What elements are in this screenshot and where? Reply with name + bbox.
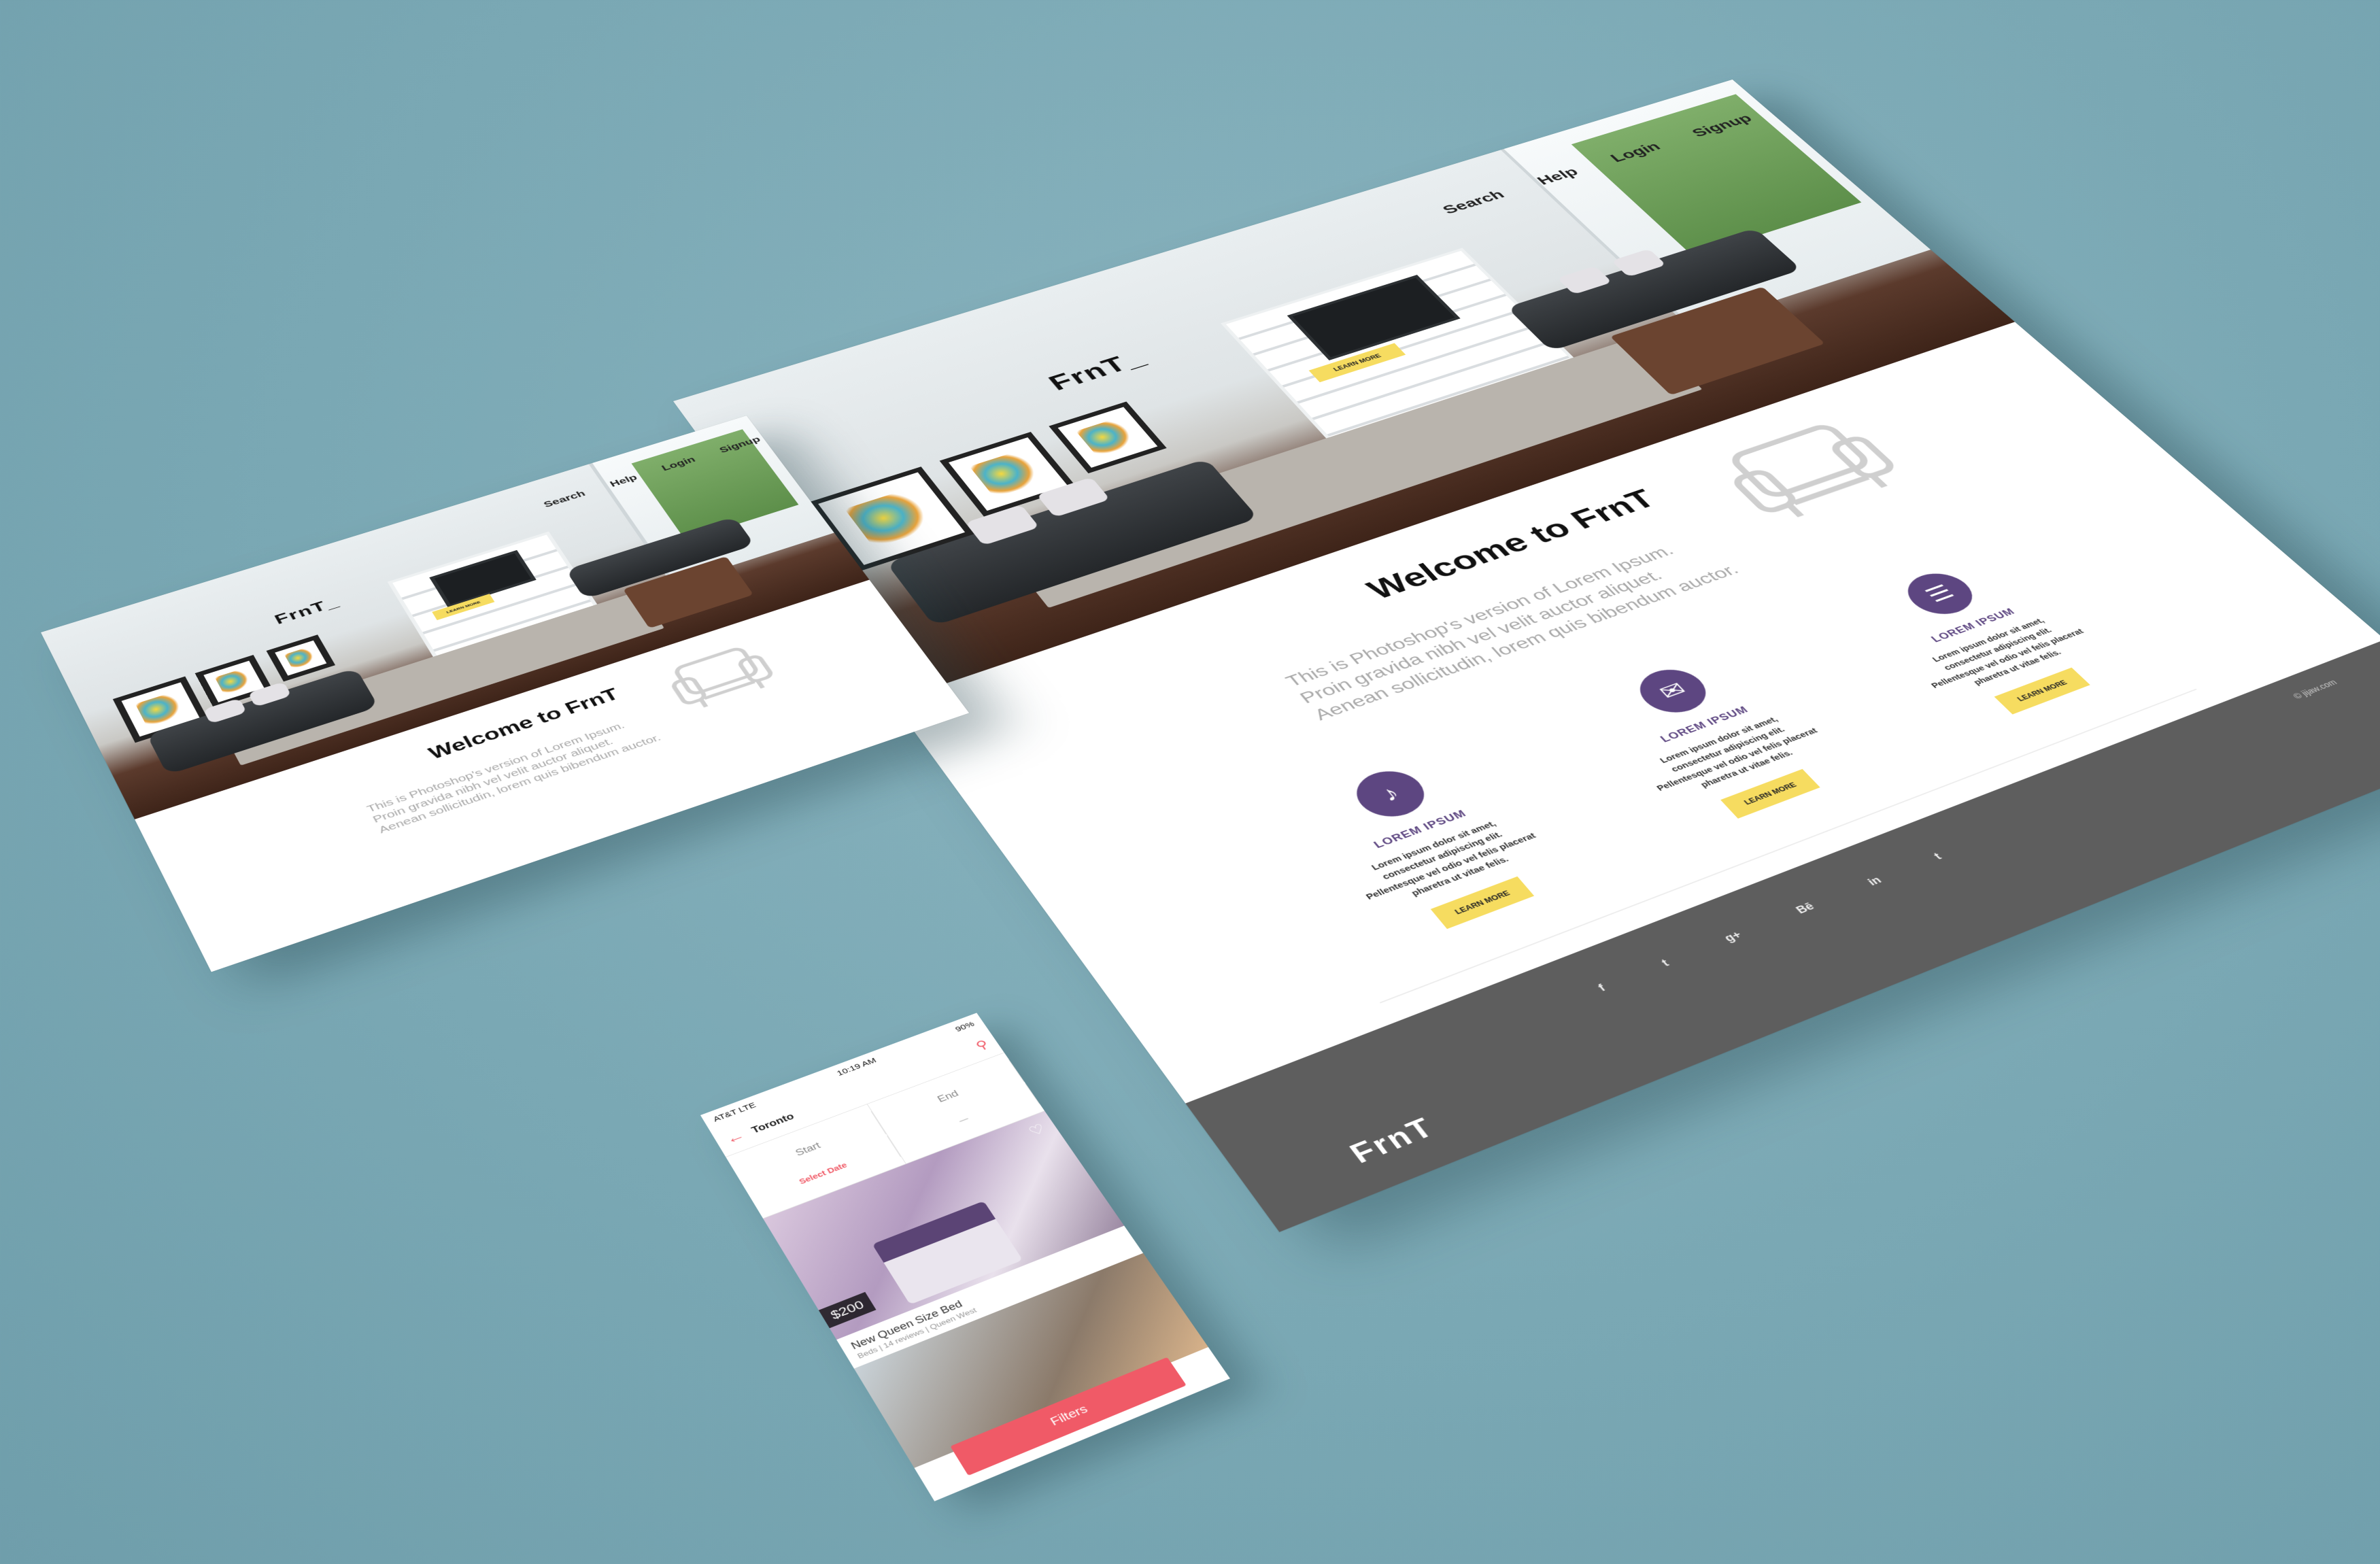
social-links: f t g+ Bē in t [1595,851,1944,993]
google-plus-icon[interactable]: g+ [1722,929,1745,945]
behance-icon[interactable]: Bē [1793,900,1817,916]
nav-search[interactable]: Search [1439,188,1508,217]
battery-label: 90% [953,1020,976,1034]
feature-card: ♪ LOREM IPSUM Lorem ipsum dolor sit amet… [1289,744,1576,945]
site-logo[interactable]: FrnT_ [271,594,342,628]
location-pin-icon[interactable]: ⚲ [972,1037,991,1053]
footer-logo[interactable]: FrnT [1344,1112,1442,1170]
chat-icon: ☰ [1895,566,1985,621]
hero-image: FrnT_ Search Help Login Signup LEARN MOR… [41,415,869,819]
twitter-icon[interactable]: t [1659,957,1672,969]
tumblr-icon[interactable]: t [1931,851,1944,862]
linkedin-icon[interactable]: in [1865,874,1884,888]
mockup-scene: FrnT_ Search Help Login Signup LEARN MOR… [0,0,2380,1564]
site-logo[interactable]: FrnT_ [1043,346,1152,395]
heart-icon[interactable]: ♡ [1025,1121,1049,1140]
mail-icon: ✉ [1628,662,1718,720]
armchair-icon [1690,402,1922,533]
mobile-app-screen: AT&T LTE 10:19 AM 90% ← Toronto ⚲ Start … [700,1013,1230,1501]
back-arrow-icon[interactable]: ← [722,1127,748,1148]
facebook-icon[interactable]: f [1595,982,1608,993]
bell-icon: ♪ [1344,764,1436,825]
feature-card: ✉ LOREM IPSUM Lorem ipsum dolor sit amet… [1576,644,1859,834]
price-badge: $200 [819,1292,877,1328]
feature-card: ☰ LOREM IPSUM Lorem ipsum dolor sit amet… [1846,549,2128,729]
nav-search[interactable]: Search [542,489,588,509]
copyright-text: © jijaw.com [2291,678,2339,700]
armchair-icon [651,632,787,717]
